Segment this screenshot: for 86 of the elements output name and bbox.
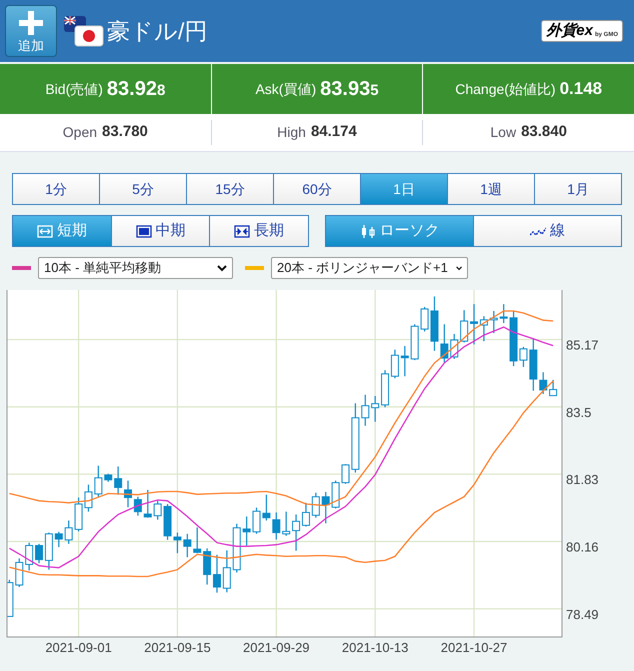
axis-label: 81.83: [566, 472, 599, 488]
indicator-dropdown[interactable]: 20本 - ボリンジャーバンド+1: [271, 257, 468, 279]
axis-label: 2021-10-13: [342, 640, 408, 655]
candlestick: [134, 496, 142, 516]
candlestick: [371, 396, 380, 422]
candlestick: [203, 548, 212, 585]
candlestick: [212, 554, 221, 593]
candlestick: [410, 324, 419, 360]
axis-label: 80.16: [566, 539, 599, 554]
candlestick: [322, 492, 330, 524]
candlestick: [272, 512, 280, 540]
candlestick: [84, 484, 92, 512]
axis-label: 83.5: [566, 404, 592, 420]
quote-value: 0.148: [560, 78, 602, 100]
candlestick: [490, 310, 498, 334]
chevron-down-icon: [217, 264, 227, 272]
period-tab[interactable]: 15分: [186, 174, 273, 204]
candlestick: [54, 532, 63, 548]
candlestick: [154, 500, 162, 520]
candlestick: [124, 480, 132, 508]
period-tab[interactable]: 5分: [99, 174, 186, 204]
candlestick: [144, 490, 152, 518]
candlestick: [450, 334, 458, 359]
expand-arrows-icon: [36, 224, 53, 238]
axis-label: 2021-09-15: [144, 640, 211, 655]
axis-label: 85.17: [566, 338, 599, 353]
stat-value: 84.174: [310, 122, 357, 142]
quote-label: Change(始値比): [455, 80, 556, 99]
candlestick: [549, 380, 558, 396]
candlestick: [460, 310, 468, 342]
candlestick: [381, 370, 390, 408]
candlestick: [500, 304, 508, 324]
quote-value: 83.928: [106, 77, 166, 102]
add-button[interactable]: 追加: [5, 5, 57, 57]
candlestick: [539, 372, 548, 394]
candlestick: [351, 403, 360, 473]
candlestick: [342, 464, 350, 484]
candlestick: [114, 466, 122, 495]
candlestick: [64, 520, 73, 544]
period-tab[interactable]: 1週: [447, 174, 534, 204]
range-tab[interactable]: 中期: [110, 216, 210, 246]
flags-icon: [63, 14, 105, 48]
indicator-dropdown[interactable]: 10本 - 単純平均移動: [38, 257, 233, 279]
candlestick: [193, 527, 202, 554]
stat-label: High: [277, 123, 306, 142]
candlestick: [262, 494, 270, 521]
chart-type-tab[interactable]: 線: [473, 216, 621, 246]
quote-value: 83.935: [320, 77, 379, 102]
candlestick: [232, 524, 241, 573]
stat-label: Open: [62, 123, 98, 142]
axis-label: 2021-10-27: [440, 640, 508, 655]
quote-label: Bid(売値): [45, 80, 103, 99]
candlestick: [400, 346, 409, 376]
rectangle-icon: [136, 224, 152, 238]
candlestick: [183, 534, 192, 558]
candlestick: [242, 516, 251, 546]
candlestick: [361, 394, 370, 426]
candlestick: [74, 498, 83, 532]
pair-title: 豪ドル/円: [107, 16, 208, 46]
axis-label: 78.49: [566, 606, 599, 622]
candlestick: [15, 558, 24, 588]
candlestick: [25, 542, 34, 570]
axis-label: 2021-09-01: [45, 640, 112, 655]
stat-value: 83.780: [102, 122, 148, 142]
chevron-down-icon: [456, 264, 462, 272]
plus-icon: [19, 10, 43, 34]
candlestick: [94, 466, 102, 497]
period-tab[interactable]: 1月: [534, 174, 621, 204]
axis-label: 2021-09-29: [243, 640, 310, 655]
candlestick: [529, 338, 538, 391]
candlestick: [390, 350, 399, 378]
candlestick: [252, 508, 261, 534]
collapse-arrows-icon: [234, 224, 250, 238]
stat-label: Low: [490, 123, 516, 142]
period-tab[interactable]: 60分: [273, 174, 360, 204]
quote-label: Ask(買値): [255, 80, 316, 99]
candlestick: [440, 324, 448, 363]
candlestick: [104, 474, 112, 482]
candlestick: [6, 580, 14, 618]
candlestick: [282, 512, 290, 536]
candlestick: [222, 550, 231, 592]
candlestick: [312, 492, 320, 518]
range-tab[interactable]: 長期: [209, 216, 308, 246]
candlestick: [332, 480, 340, 508]
candlestick-icon: [360, 224, 376, 238]
stat-value: 83.840: [521, 122, 567, 142]
